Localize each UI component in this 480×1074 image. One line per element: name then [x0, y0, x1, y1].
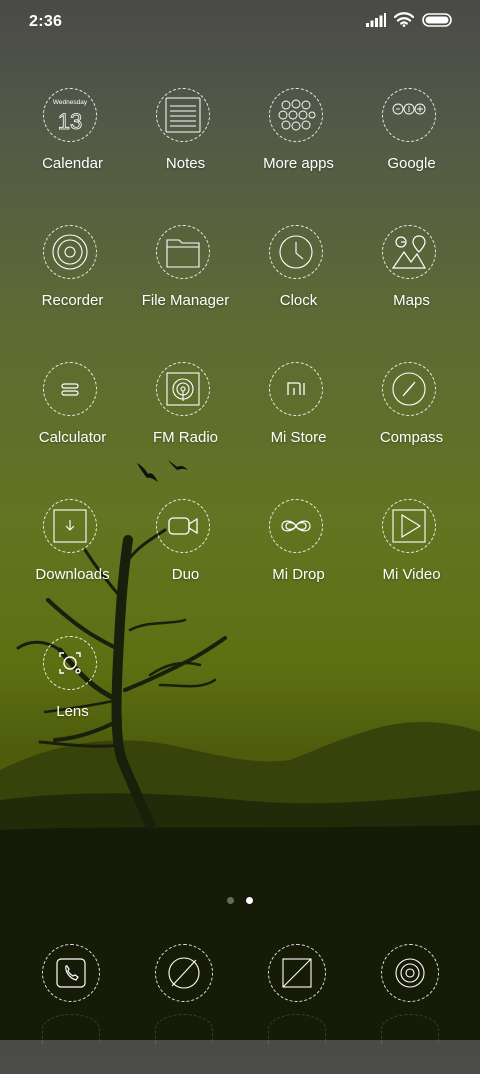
dock-app-phone[interactable] — [15, 944, 128, 1074]
app-mi-video[interactable]: Mi Video — [355, 499, 468, 629]
wifi-icon — [393, 12, 415, 32]
app-label: Compass — [379, 429, 444, 446]
notes-icon — [165, 97, 201, 133]
page-dot-active[interactable] — [246, 897, 253, 904]
app-lens[interactable]: Lens — [16, 636, 129, 766]
app-clock[interactable]: Clock — [242, 225, 355, 355]
radio-icon — [166, 372, 200, 406]
mi-drop-icon — [281, 520, 311, 532]
app-fm-radio[interactable]: FM Radio — [129, 362, 242, 492]
download-icon — [53, 509, 87, 543]
calendar-date: 13 — [58, 109, 82, 134]
app-compass[interactable]: Compass — [355, 362, 468, 492]
messaging-icon — [282, 958, 312, 988]
app-label: Google — [387, 155, 436, 172]
status-time: 2:36 — [29, 13, 63, 30]
status-bar: 2:36 — [0, 0, 480, 44]
app-more-apps[interactable]: More apps — [242, 88, 355, 218]
status-icons — [366, 12, 452, 32]
battery-icon — [422, 12, 452, 32]
video-camera-icon — [168, 517, 198, 535]
google-folder-icon — [392, 103, 426, 115]
lens-icon — [59, 652, 81, 674]
maps-icon — [391, 235, 427, 269]
app-file-manager[interactable]: File Manager — [129, 225, 242, 355]
app-label: Lens — [56, 703, 89, 720]
app-mi-store[interactable]: Mi Store — [242, 362, 355, 492]
app-recorder[interactable]: Recorder — [16, 225, 129, 355]
signal-icon — [366, 12, 386, 32]
app-notes[interactable]: Notes — [129, 88, 242, 218]
calculator-icon — [61, 383, 79, 396]
phone-icon — [56, 958, 86, 988]
dock-app-browser[interactable] — [128, 944, 241, 1074]
apps-folder-icon — [278, 99, 316, 131]
recorder-icon — [52, 234, 88, 270]
folder-icon — [166, 239, 200, 268]
browser-icon — [168, 957, 200, 989]
app-label: Mi Video — [382, 566, 441, 583]
calendar-icon: Wednesday 13 — [53, 99, 88, 134]
app-duo[interactable]: Duo — [129, 499, 242, 629]
app-calendar[interactable]: Wednesday 13 Calendar — [16, 88, 129, 218]
dock-app-messaging[interactable] — [241, 944, 354, 1074]
compass-icon — [392, 372, 426, 406]
page-indicator — [0, 897, 480, 904]
dock — [0, 944, 480, 1044]
app-google[interactable]: Google — [355, 88, 468, 218]
camera-icon — [395, 958, 425, 988]
app-calculator[interactable]: Calculator — [16, 362, 129, 492]
calendar-day: Wednesday — [53, 99, 88, 106]
play-icon — [392, 509, 426, 543]
app-mi-drop[interactable]: Mi Drop — [242, 499, 355, 629]
dock-app-camera[interactable] — [354, 944, 467, 1074]
page-dot[interactable] — [227, 897, 234, 904]
clock-icon — [279, 235, 313, 269]
app-label: Maps — [393, 292, 430, 309]
mi-store-icon — [287, 382, 305, 395]
app-maps[interactable]: Maps — [355, 225, 468, 355]
app-downloads[interactable]: Downloads — [16, 499, 129, 629]
